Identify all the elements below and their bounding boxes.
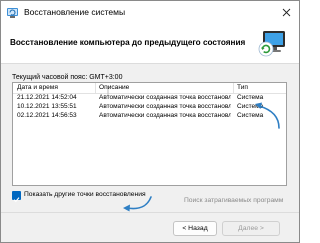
column-separator — [233, 83, 234, 93]
next-button[interactable]: Далее > — [222, 221, 280, 236]
window-title: Восстановление системы — [24, 7, 126, 17]
system-restore-window: Восстановление системы Восстановление ко… — [0, 0, 300, 243]
cell-description: Автоматически созданная точка восстановл… — [99, 94, 231, 101]
back-button[interactable]: < Назад — [173, 221, 217, 236]
column-header-description[interactable]: Описание — [99, 84, 129, 91]
column-header-type[interactable]: Тип — [237, 84, 248, 91]
table-row[interactable]: 21.12.2021 14:52:04 Автоматически создан… — [13, 94, 286, 103]
restore-computer-icon — [258, 31, 285, 57]
title-bar[interactable]: Восстановление системы — [1, 1, 299, 25]
scan-affected-programs-button[interactable]: Поиск затрагиваемых программ — [184, 197, 283, 204]
cell-description: Автоматически созданная точка восстановл… — [99, 112, 231, 119]
cell-date: 21.12.2021 14:52:04 — [17, 94, 77, 101]
checkmark-icon — [13, 197, 20, 203]
annotation-arrow-icon — [255, 102, 280, 129]
footer-divider — [1, 212, 299, 213]
restore-points-table: Дата и время Описание Тип 21.12.2021 14:… — [12, 82, 287, 186]
table-row[interactable]: 02.12.2021 14:56:53 Автоматически создан… — [13, 112, 286, 121]
page-title: Восстановление компьютера до предыдущего… — [10, 38, 246, 47]
close-icon — [282, 8, 290, 16]
table-row[interactable]: 10.12.2021 13:55:51 Автоматически создан… — [13, 103, 286, 112]
header-band: Восстановление компьютера до предыдущего… — [1, 25, 299, 64]
timezone-label: Текущий часовой пояс: GMT+3:00 — [12, 74, 123, 81]
table-header: Дата и время Описание Тип — [13, 83, 286, 96]
close-button[interactable] — [275, 1, 297, 23]
cell-date: 02.12.2021 14:56:53 — [17, 112, 77, 119]
column-header-date[interactable]: Дата и время — [17, 84, 58, 91]
show-more-checkbox[interactable] — [12, 191, 21, 203]
cell-date: 10.12.2021 13:55:51 — [17, 103, 77, 110]
cell-description: Автоматически созданная точка восстановл… — [99, 103, 231, 110]
system-restore-icon — [7, 8, 18, 18]
column-separator — [95, 83, 96, 93]
